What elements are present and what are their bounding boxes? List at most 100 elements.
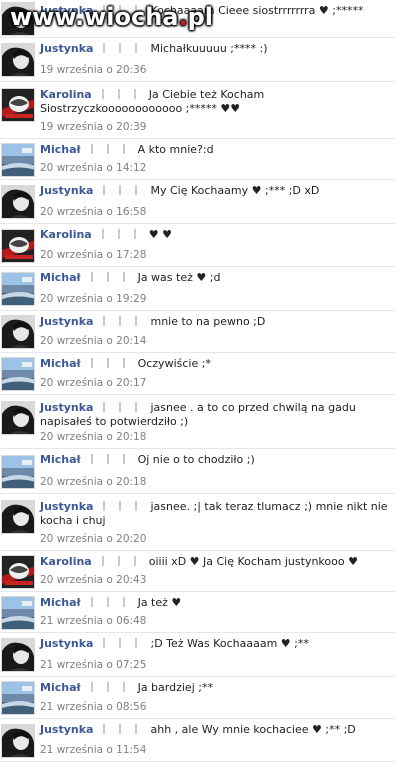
comment-text: Kochaaaam Cieee siostrrrrrrra ♥ ;***** bbox=[150, 4, 364, 17]
timestamp-link[interactable]: 21 września o 07:25 bbox=[40, 659, 146, 671]
comment-body: Michał Ja was też ♥ ;d bbox=[40, 271, 391, 285]
blurred-surname bbox=[94, 229, 145, 239]
blurred-surname bbox=[83, 682, 134, 692]
avatar[interactable] bbox=[1, 596, 35, 630]
comment-row: Justynka jasnee. ;| tak teraz tlumacz ;) … bbox=[0, 494, 395, 551]
comment-row: Michał Ja was też ♥ ;d 20 września o 19:29 bbox=[0, 267, 395, 311]
comment-body: Michał A kto mnie?:d bbox=[40, 143, 391, 157]
author-name-link[interactable]: Karolina bbox=[40, 555, 92, 568]
timestamp-link[interactable]: 21 września o 08:56 bbox=[40, 701, 146, 713]
blurred-surname bbox=[94, 556, 145, 566]
blurred-surname bbox=[96, 5, 147, 15]
blurred-surname bbox=[96, 185, 147, 195]
timestamp-link[interactable]: 20 września o 20:17 bbox=[40, 377, 146, 389]
avatar[interactable] bbox=[1, 681, 35, 715]
comment-row: Michał Oj nie o to chodziło ;) 20 września… bbox=[0, 449, 395, 494]
author-name-link[interactable]: Michał bbox=[40, 271, 81, 284]
avatar[interactable] bbox=[1, 357, 35, 391]
blurred-surname bbox=[96, 402, 147, 412]
blurred-surname bbox=[96, 43, 147, 53]
comment-row: Justynka ;D Też Was Kochaaaam ♥ ;** 21 wrz… bbox=[0, 633, 395, 677]
timestamp-link[interactable]: 20 września o 17:28 bbox=[40, 249, 146, 261]
avatar[interactable] bbox=[1, 555, 35, 589]
comment-text: oiiii xD ♥ Ja Cię Kocham justynkooo ♥ bbox=[148, 555, 358, 568]
blurred-surname bbox=[83, 454, 134, 464]
avatar[interactable] bbox=[1, 500, 35, 534]
timestamp-link[interactable]: 19 września o 20:36 bbox=[40, 64, 146, 76]
comment-row: Karolina ♥ ♥ 20 września o 17:28 bbox=[0, 224, 395, 267]
comment-row: Karolina Ja Ciebie też Kocham Siostrzyczk… bbox=[0, 82, 395, 139]
avatar[interactable] bbox=[1, 401, 35, 435]
author-name-link[interactable]: Justynka bbox=[40, 500, 93, 513]
comment-body: Justynka ahh , ale Wy mnie kochaciee ♥ ;*… bbox=[40, 723, 391, 737]
comment-body: Karolina oiiii xD ♥ Ja Cię Kocham justynk… bbox=[40, 555, 391, 569]
avatar[interactable] bbox=[1, 2, 35, 36]
author-name-link[interactable]: Justynka bbox=[40, 723, 93, 736]
author-name-link[interactable]: Michał bbox=[40, 596, 81, 609]
comment-row: Karolina oiiii xD ♥ Ja Cię Kocham justynk… bbox=[0, 551, 395, 592]
comment-text: Michałkuuuuu ;**** :) bbox=[150, 42, 268, 55]
avatar[interactable] bbox=[1, 315, 35, 349]
author-name-link[interactable]: Karolina bbox=[40, 228, 92, 241]
comment-body: Michał Oczywiście ;* bbox=[40, 357, 391, 371]
comment-body: Justynka jasnee . a to co przed chwilą na… bbox=[40, 401, 391, 429]
comment-row: Justynka ahh , ale Wy mnie kochaciee ♥ ;*… bbox=[0, 719, 395, 762]
comment-text: Ja was też ♥ ;d bbox=[137, 271, 221, 284]
comment-body: Karolina Ja Ciebie też Kocham Siostrzyczk… bbox=[40, 88, 391, 116]
author-name-link[interactable]: Justynka bbox=[40, 42, 93, 55]
comment-row: Justynka My Cię Kochaamy ♥ ;*** ;D xD 20 w… bbox=[0, 180, 395, 224]
comment-row: Justynka mnie to na pewno ;D 20 września o… bbox=[0, 311, 395, 353]
avatar[interactable] bbox=[1, 724, 35, 758]
timestamp-link[interactable]: 20 września o 16:58 bbox=[40, 206, 146, 218]
timestamp-link[interactable]: 21 września o 11:54 bbox=[40, 744, 146, 756]
comment-body: Michał Ja bardziej ;** bbox=[40, 681, 391, 695]
comment-body: Karolina ♥ ♥ bbox=[40, 228, 391, 242]
comment-text: ♥ ♥ bbox=[148, 228, 172, 241]
timestamp-link[interactable]: 20 września o 20:43 bbox=[40, 574, 146, 586]
avatar[interactable] bbox=[1, 185, 35, 219]
comment-text: A kto mnie?:d bbox=[137, 143, 214, 156]
comment-body: Justynka mnie to na pewno ;D bbox=[40, 315, 391, 329]
timestamp-link[interactable]: 19 września o 20:39 bbox=[40, 121, 146, 133]
avatar[interactable] bbox=[1, 229, 35, 263]
author-name-link[interactable]: Michał bbox=[40, 357, 81, 370]
comment-body: Michał Ja też ♥ bbox=[40, 596, 391, 610]
comment-body: Justynka My Cię Kochaamy ♥ ;*** ;D xD bbox=[40, 184, 391, 198]
timestamp-link[interactable]: 20 września o 20:14 bbox=[40, 335, 146, 347]
author-name-link[interactable]: Michał bbox=[40, 453, 81, 466]
comment-row: Michał Oczywiście ;* 20 września o 20:17 bbox=[0, 353, 395, 395]
timestamp-link[interactable]: 20 września o 20:18 bbox=[40, 476, 146, 488]
author-name-link[interactable]: Justynka bbox=[40, 184, 93, 197]
avatar[interactable] bbox=[1, 638, 35, 672]
avatar[interactable] bbox=[1, 455, 35, 489]
comment-text: ahh , ale Wy mnie kochaciee ♥ ;** ;D bbox=[150, 723, 356, 736]
blurred-surname bbox=[83, 272, 134, 282]
comment-text: ;D Też Was Kochaaaam ♥ ;** bbox=[150, 637, 309, 650]
comment-body: Michał Oj nie o to chodziło ;) bbox=[40, 453, 391, 467]
author-name-link[interactable]: Michał bbox=[40, 143, 81, 156]
author-name-link[interactable]: Karolina bbox=[40, 88, 92, 101]
comment-row: Michał A kto mnie?:d 20 września o 14:12 bbox=[0, 139, 395, 180]
blurred-surname bbox=[83, 597, 134, 607]
author-name-link[interactable]: Michał bbox=[40, 681, 81, 694]
timestamp-link[interactable]: 20 września o 14:12 bbox=[40, 162, 146, 174]
avatar[interactable] bbox=[1, 88, 35, 122]
avatar[interactable] bbox=[1, 272, 35, 306]
author-name-link[interactable]: Justynka bbox=[40, 401, 93, 414]
blurred-surname bbox=[94, 89, 145, 99]
avatar[interactable] bbox=[1, 143, 35, 177]
blurred-surname bbox=[83, 358, 134, 368]
timestamp-link[interactable]: 20 września o 19:29 bbox=[40, 293, 146, 305]
avatar[interactable] bbox=[1, 43, 35, 77]
timestamp-link[interactable]: 20 września o 20:18 bbox=[40, 431, 146, 443]
comment-text: Oj nie o to chodziło ;) bbox=[137, 453, 255, 466]
timestamp-link[interactable]: 20 września o 20:20 bbox=[40, 533, 146, 545]
comment-text: Ja też ♥ bbox=[137, 596, 182, 609]
comment-text: Oczywiście ;* bbox=[137, 357, 211, 370]
timestamp-link[interactable]: 21 września o 06:48 bbox=[40, 615, 146, 627]
author-name-link[interactable]: Justynka bbox=[40, 4, 93, 17]
author-name-link[interactable]: Justynka bbox=[40, 637, 93, 650]
comment-body: Justynka ;D Też Was Kochaaaam ♥ ;** bbox=[40, 637, 391, 651]
comment-row: Michał Ja też ♥ 21 września o 06:48 bbox=[0, 592, 395, 633]
author-name-link[interactable]: Justynka bbox=[40, 315, 93, 328]
